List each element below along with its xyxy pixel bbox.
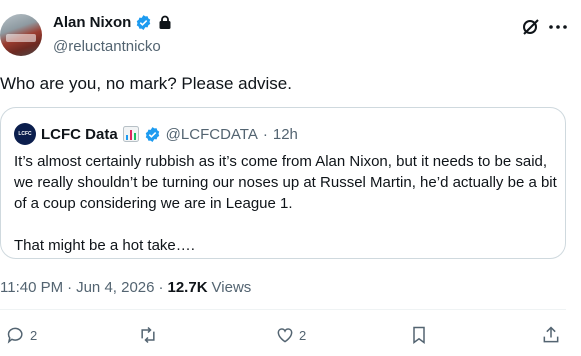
views-count[interactable]: 12.7K bbox=[168, 279, 208, 296]
like-count: 2 bbox=[299, 327, 307, 343]
quote-time[interactable]: 12h bbox=[273, 126, 298, 143]
quote-paragraph-1: It’s almost certainly rubbish as it’s co… bbox=[14, 153, 557, 212]
quote-display-name[interactable]: LCFC Data bbox=[41, 126, 118, 143]
tweet-text: Who are you, no mark? Please advise. bbox=[0, 74, 292, 93]
reply-icon bbox=[7, 327, 23, 344]
bookmark-button[interactable] bbox=[409, 325, 429, 345]
share-icon bbox=[543, 326, 559, 343]
quote-header: LCFC LCFC Data @LCFCDATA · 12h bbox=[14, 123, 298, 145]
author-name-row: Alan Nixon bbox=[53, 14, 172, 31]
like-button[interactable]: 2 bbox=[275, 325, 306, 345]
quote-paragraph-2: That might be a hot take…. bbox=[14, 237, 195, 254]
reply-count: 2 bbox=[30, 327, 38, 343]
quoted-tweet[interactable]: LCFC LCFC Data @LCFCDATA · 12h It’s almo… bbox=[0, 107, 566, 259]
quote-verified-badge-icon[interactable] bbox=[144, 126, 161, 143]
quote-body: It’s almost certainly rubbish as it’s co… bbox=[14, 151, 559, 256]
views-label[interactable]: Views bbox=[212, 279, 252, 296]
reply-button[interactable]: 2 bbox=[6, 325, 37, 345]
tweet-time[interactable]: 11:40 PM bbox=[0, 279, 63, 296]
quote-avatar[interactable]: LCFC bbox=[14, 123, 36, 145]
meta-separator: · bbox=[67, 279, 73, 296]
grok-icon[interactable] bbox=[521, 17, 541, 37]
tweet-date[interactable]: Jun 4, 2026 bbox=[76, 279, 154, 296]
more-icon[interactable] bbox=[548, 19, 568, 35]
like-icon bbox=[277, 328, 293, 343]
retweet-icon bbox=[141, 326, 155, 344]
author-display-name[interactable]: Alan Nixon bbox=[53, 14, 131, 31]
divider bbox=[0, 309, 566, 310]
tweet-meta: 11:40 PM · Jun 4, 2026 · 12.7K Views bbox=[0, 279, 251, 296]
author-handle[interactable]: @reluctantnicko bbox=[53, 38, 161, 55]
retweet-button[interactable] bbox=[138, 325, 158, 345]
author-avatar[interactable] bbox=[0, 14, 42, 56]
meta-separator: · bbox=[158, 279, 164, 296]
share-button[interactable] bbox=[541, 325, 561, 345]
quote-handle[interactable]: @LCFCDATA bbox=[166, 126, 258, 143]
verified-badge-icon[interactable] bbox=[135, 14, 152, 31]
lock-icon bbox=[158, 15, 172, 30]
chart-emoji-icon bbox=[122, 126, 139, 142]
quote-separator: · bbox=[262, 125, 268, 143]
bookmark-icon bbox=[413, 326, 425, 344]
